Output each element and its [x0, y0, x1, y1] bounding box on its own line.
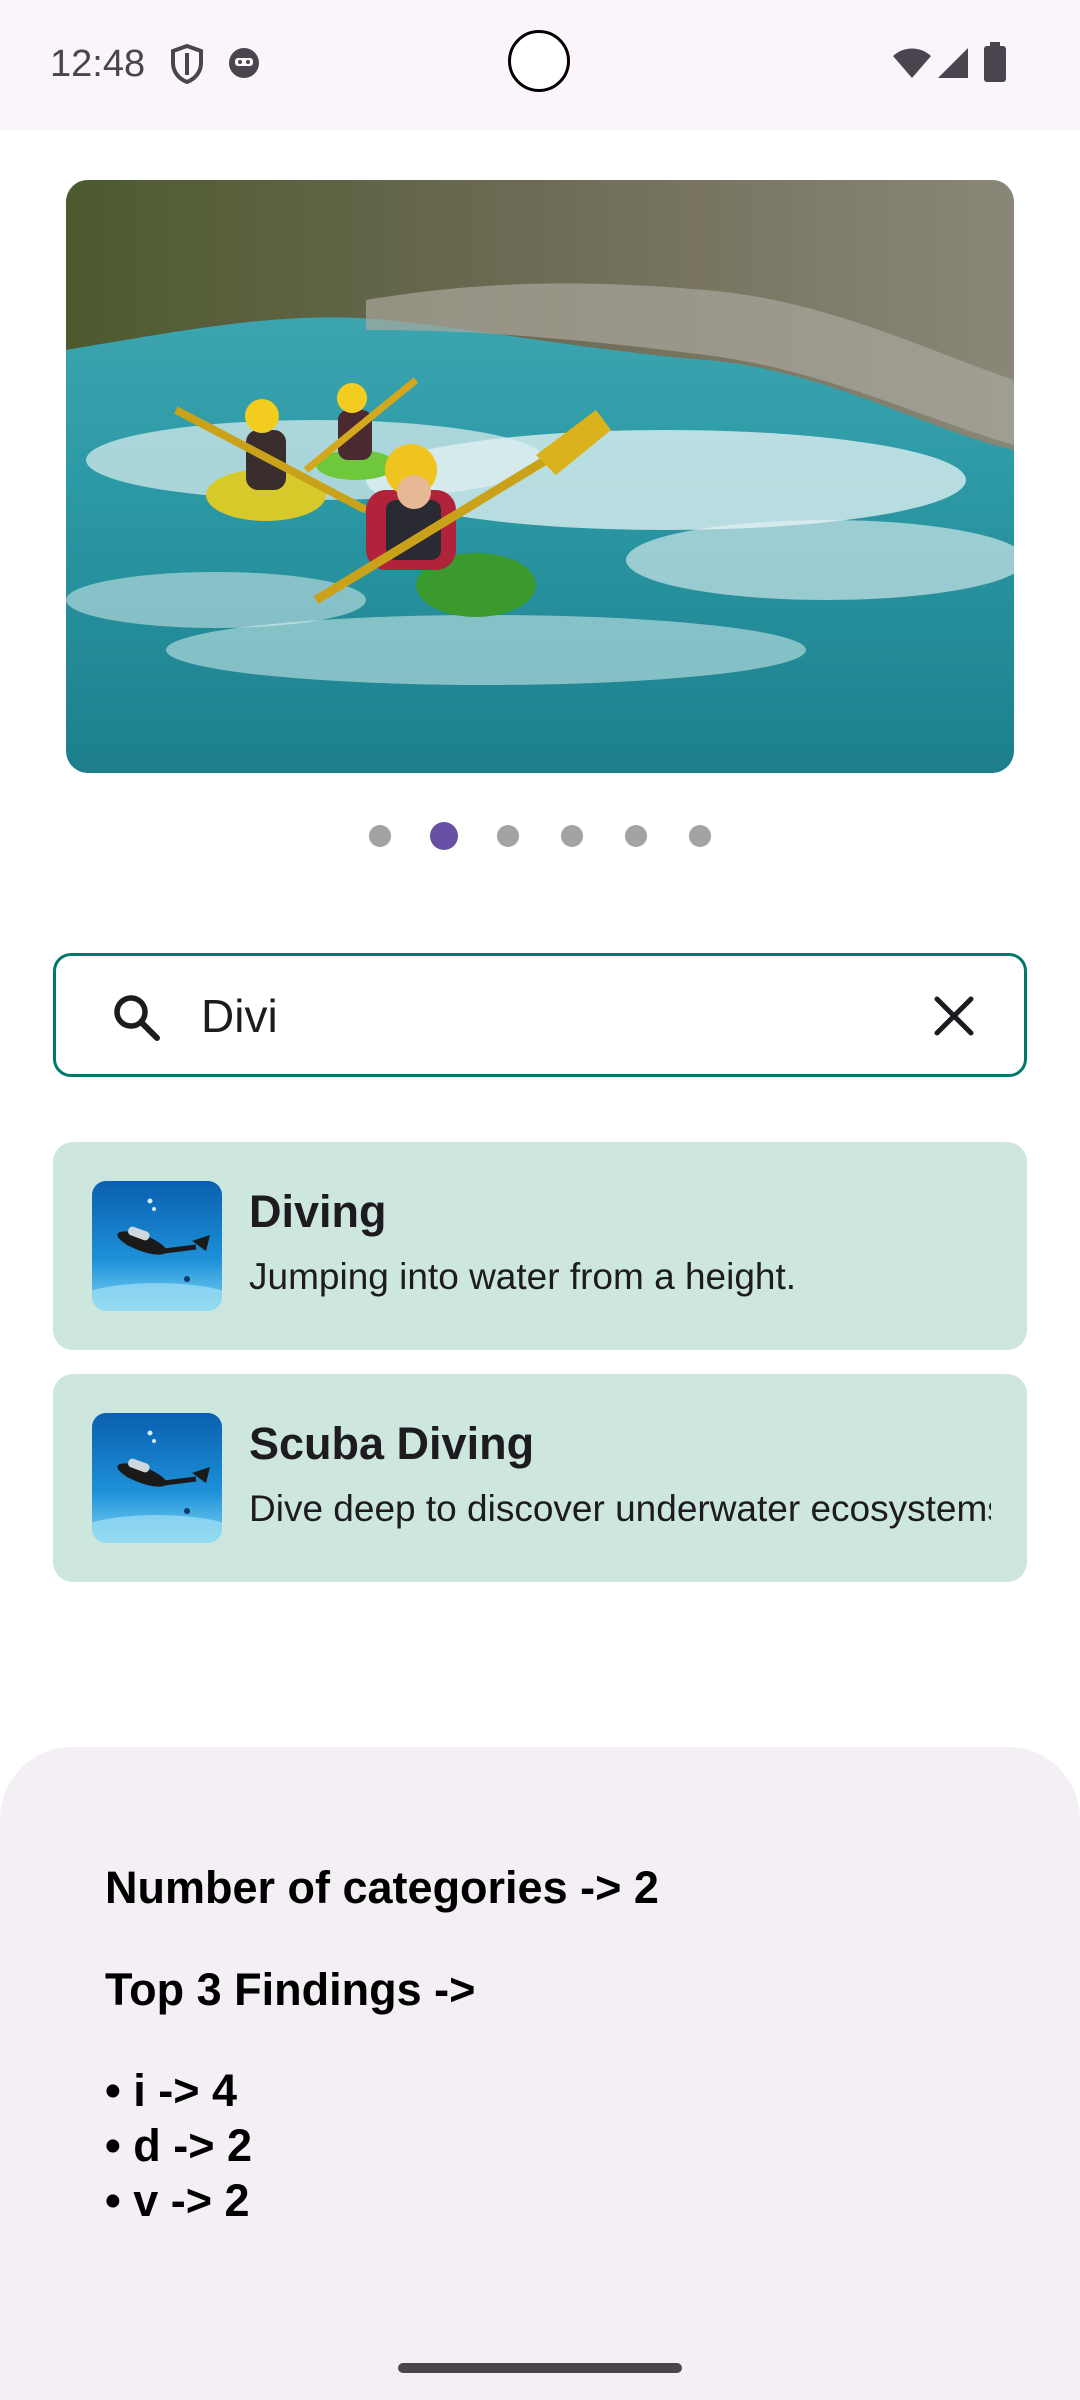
result-title: Scuba Diving — [249, 1418, 535, 1469]
status-bar: 12:48 — [0, 0, 1080, 130]
cellular-signal-icon — [936, 46, 970, 85]
close-icon[interactable] — [932, 994, 976, 1043]
carousel-image[interactable] — [66, 180, 1014, 773]
page-dot-active[interactable] — [430, 822, 458, 850]
result-card-diving[interactable]: Diving Jumping into water from a height. — [53, 1142, 1027, 1350]
scuba-diver-photo — [92, 1413, 222, 1543]
battery-icon — [984, 42, 1006, 87]
finding-item: • i -> 4 — [105, 2065, 238, 2116]
wifi-icon — [892, 46, 932, 85]
result-card-scuba-diving[interactable]: Scuba Diving Dive deep to discover under… — [53, 1374, 1027, 1582]
finding-item: • d -> 2 — [105, 2120, 253, 2171]
scuba-diver-photo — [92, 1181, 222, 1311]
page-dot[interactable] — [689, 825, 711, 847]
findings-list: • i -> 4 • d -> 2 • v -> 2 — [105, 2063, 252, 2228]
categories-count: Number of categories -> 2 — [105, 1862, 659, 1913]
kayakers-photo — [66, 180, 1014, 773]
page-dot[interactable] — [625, 825, 647, 847]
finding-item: • v -> 2 — [105, 2175, 250, 2226]
search-field[interactable] — [53, 953, 1027, 1077]
result-title: Diving — [249, 1186, 387, 1237]
page-dot[interactable] — [497, 825, 519, 847]
home-indicator[interactable] — [398, 2363, 682, 2373]
status-time: 12:48 — [50, 43, 146, 85]
search-icon — [111, 992, 161, 1047]
carousel-page-indicator — [0, 822, 1080, 850]
result-description: Jumping into water from a height. — [249, 1256, 797, 1297]
page-dot[interactable] — [561, 825, 583, 847]
page-dot[interactable] — [369, 825, 391, 847]
search-input[interactable] — [201, 978, 961, 1054]
cat-face-icon — [226, 44, 262, 85]
camera-cutout — [508, 30, 570, 92]
shield-icon — [170, 43, 204, 89]
result-description: Dive deep to discover underwater ecosyst… — [249, 1488, 991, 1529]
findings-heading: Top 3 Findings -> — [105, 1964, 476, 2015]
